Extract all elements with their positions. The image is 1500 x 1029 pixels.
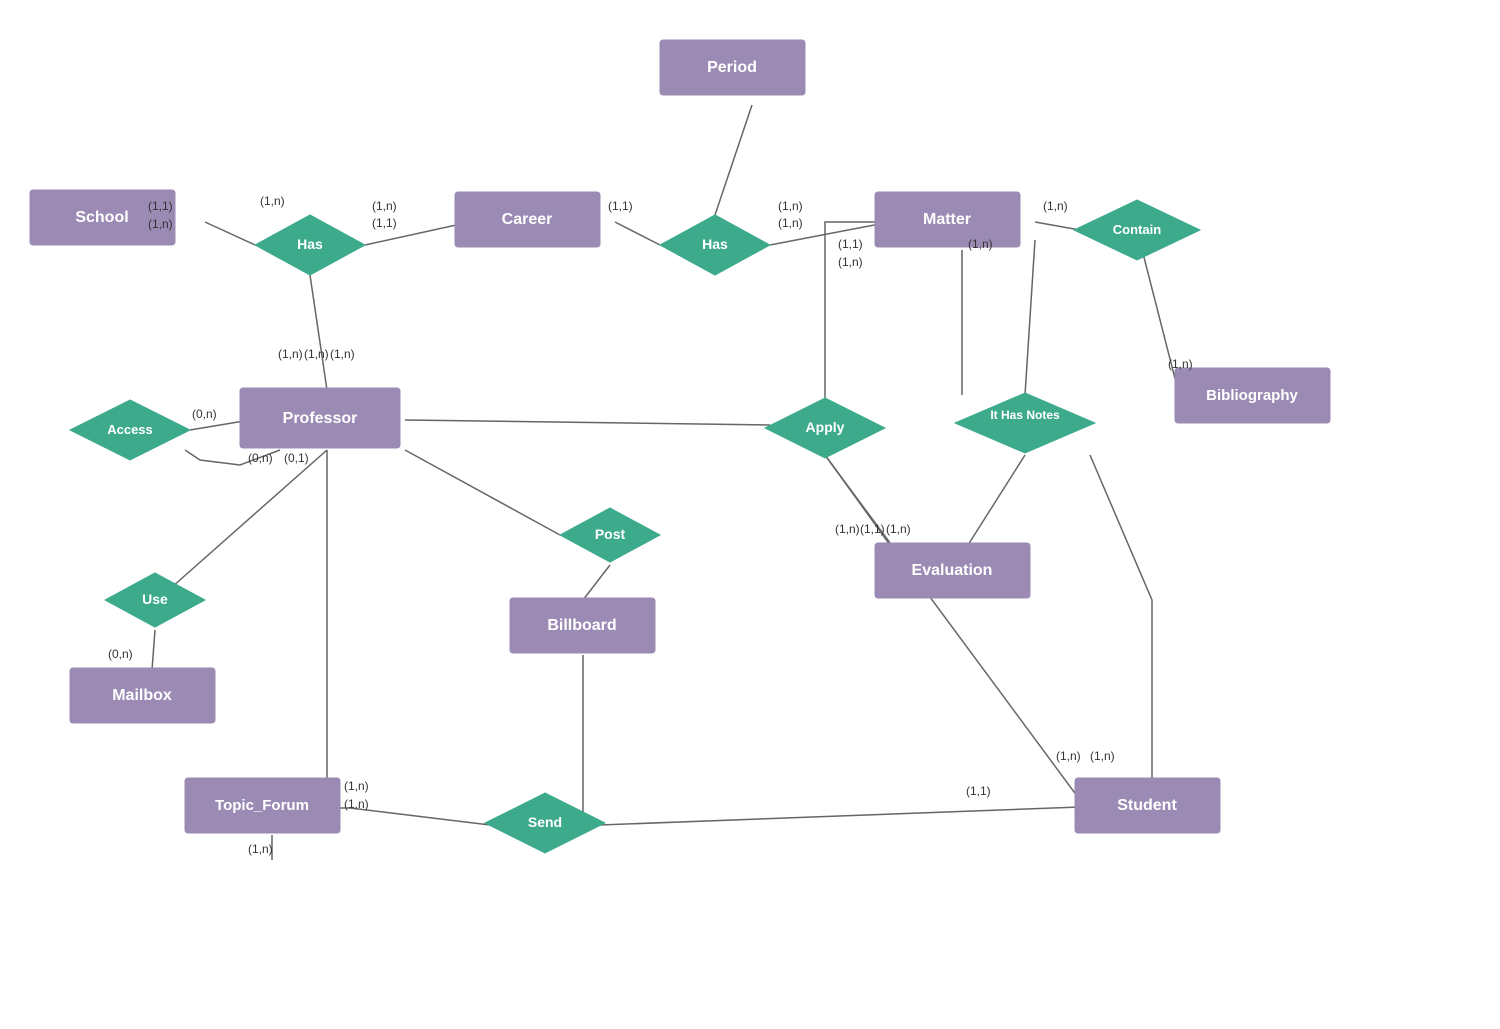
card-has1-prof-a: (1,n) [278, 347, 303, 361]
card-matter-ihn: (1,n) [968, 237, 993, 251]
entity-professor-label: Professor [283, 410, 358, 427]
card-access-loop-b: (0,1) [284, 451, 309, 465]
relation-post-label: Post [595, 526, 626, 542]
card-has1-prof-b: (1,n) [304, 347, 329, 361]
card-has1-top: (1,n) [260, 194, 285, 208]
relation-send-label: Send [528, 814, 562, 830]
card-topic-bottom: (1,n) [248, 842, 273, 856]
card-student-a: (1,n) [1056, 749, 1081, 763]
card-has2-matter-a: (1,n) [778, 199, 803, 213]
card-has1-prof-c: (1,n) [330, 347, 355, 361]
card-contain-bibliography: (1,n) [1168, 357, 1193, 371]
relation-access-label: Access [107, 422, 153, 437]
card-has1-career-b: (1,1) [372, 216, 397, 230]
card-topic-send-a: (1,n) [344, 779, 369, 793]
er-diagram: School Career Period Matter Professor Bi… [0, 0, 1500, 1029]
card-career-has2: (1,1) [608, 199, 633, 213]
card-school-has1-b: (1,n) [148, 217, 173, 231]
entity-topic-forum-label: Topic_Forum [215, 797, 309, 814]
entity-mailbox-label: Mailbox [112, 687, 172, 704]
entity-student-label: Student [1117, 797, 1177, 814]
entity-billboard-label: Billboard [547, 617, 616, 634]
card-access-prof: (0,n) [192, 407, 217, 421]
entity-period-label: Period [707, 59, 757, 76]
card-access-loop-a: (0,n) [248, 451, 273, 465]
card-apply-eval-b: (1,1) [860, 522, 885, 536]
card-school-has1-a: (1,1) [148, 199, 173, 213]
er-svg-canvas: School Career Period Matter Professor Bi… [0, 0, 1500, 1029]
card-matter-apply-b: (1,n) [838, 255, 863, 269]
relation-has2-label: Has [702, 236, 728, 252]
relation-use-label: Use [142, 591, 168, 607]
card-use-mailbox: (0,n) [108, 647, 133, 661]
relation-has1-label: Has [297, 236, 323, 252]
entity-school-label: School [75, 209, 128, 226]
card-topic-send-b: (1,n) [344, 797, 369, 811]
card-student-b: (1,n) [1090, 749, 1115, 763]
relation-it-has-notes [955, 393, 1095, 453]
relation-contain-label: Contain [1113, 222, 1161, 237]
card-send-student: (1,1) [966, 784, 991, 798]
card-has2-matter-b: (1,n) [778, 216, 803, 230]
card-has1-career-a: (1,n) [372, 199, 397, 213]
relation-apply-label: Apply [806, 419, 845, 435]
entity-matter-label: Matter [923, 211, 971, 228]
entity-evaluation-label: Evaluation [912, 562, 993, 579]
relation-it-has-notes-label: It Has Notes [990, 408, 1060, 422]
entity-career-label: Career [502, 211, 553, 228]
card-matter-apply-a: (1,1) [838, 237, 863, 251]
card-apply-eval-c: (1,n) [886, 522, 911, 536]
entity-bibliography-label: Bibliography [1206, 387, 1298, 404]
card-matter-contain: (1,n) [1043, 199, 1068, 213]
card-apply-eval-a: (1,n) [835, 522, 860, 536]
